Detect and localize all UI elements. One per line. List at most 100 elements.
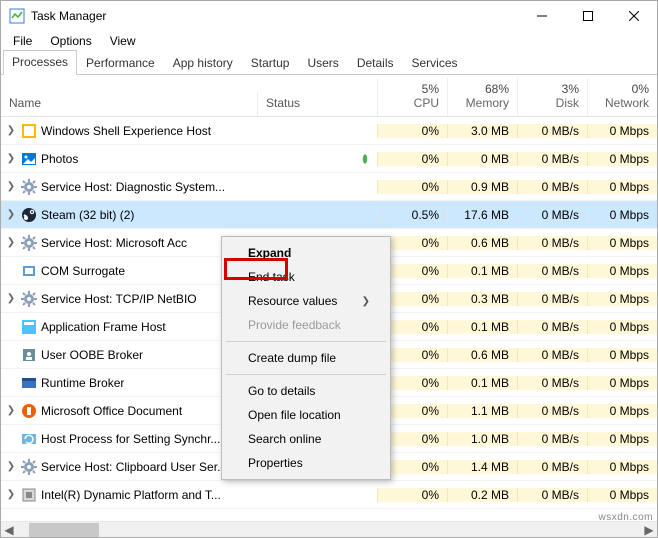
tab-users[interactable]: Users [298,51,347,75]
process-row[interactable]: ❯ Windows Shell Experience Host 0% 3.0 M… [1,117,657,145]
menu-item-properties[interactable]: Properties [224,451,388,475]
tab-startup[interactable]: Startup [242,51,299,75]
memory-cell: 1.1 MB [447,404,517,418]
expand-icon[interactable] [5,349,17,361]
disk-cell: 0 MB/s [517,292,587,306]
process-name: COM Surrogate [41,264,125,278]
expand-icon[interactable]: ❯ [5,181,17,193]
minimize-button[interactable] [519,1,565,31]
network-cell: 0 Mbps [587,348,657,362]
menu-item-end-task[interactable]: End task [224,265,388,289]
disk-cell: 0 MB/s [517,404,587,418]
expand-icon[interactable]: ❯ [5,153,17,165]
memory-cell: 1.4 MB [447,460,517,474]
process-name: Windows Shell Experience Host [41,124,211,138]
context-menu: ExpandEnd task Resource values ❯ Provide fe… [221,236,391,480]
disk-cell: 0 MB/s [517,180,587,194]
menu-options[interactable]: Options [42,32,99,50]
window-title: Task Manager [31,9,106,23]
expand-icon[interactable]: ❯ [5,293,17,305]
maximize-button[interactable] [565,1,611,31]
expand-icon[interactable]: ❯ [5,209,17,221]
process-row[interactable]: ❯ Intel(R) Dynamic Platform and T... 0% … [1,481,657,509]
process-icon [21,347,37,363]
menu-item-label: Go to details [248,384,315,398]
menu-item-create-dump-file[interactable]: Create dump file [224,346,388,370]
expand-icon[interactable]: ❯ [5,461,17,473]
expand-icon[interactable]: ❯ [5,489,17,501]
memory-cell: 0.6 MB [447,348,517,362]
process-icon [21,487,37,503]
menu-view[interactable]: View [102,32,144,50]
horizontal-scrollbar[interactable]: ◀ ▶ [1,521,657,537]
disk-cell: 0 MB/s [517,460,587,474]
tab-app-history[interactable]: App history [164,51,242,75]
menu-item-expand[interactable]: Expand [224,241,388,265]
disk-cell: 0 MB/s [517,152,587,166]
process-row[interactable]: ❯ Steam (32 bit) (2) 0.5% 17.6 MB 0 MB/s… [1,201,657,229]
expand-icon[interactable] [5,321,17,333]
expand-icon[interactable]: ❯ [5,125,17,137]
memory-cell: 0.1 MB [447,264,517,278]
cpu-cell: 0% [377,488,447,502]
col-memory[interactable]: 68% Memory [447,78,517,116]
menu-item-label: Create dump file [248,351,336,365]
network-cell: 0 Mbps [587,460,657,474]
expand-icon[interactable]: ❯ [5,405,17,417]
submenu-arrow-icon: ❯ [362,296,370,307]
expand-icon[interactable] [5,433,17,445]
process-icon [21,151,37,167]
menu-item-label: Resource values [248,294,337,308]
expand-icon[interactable] [5,265,17,277]
menu-item-open-file-location[interactable]: Open file location [224,403,388,427]
menu-item-go-to-details[interactable]: Go to details [224,379,388,403]
disk-cell: 0 MB/s [517,236,587,250]
network-cell: 0 Mbps [587,236,657,250]
process-row[interactable]: ❯ Photos 0% 0 MB 0 MB/s 0 Mbps [1,145,657,173]
tab-processes[interactable]: Processes [3,50,77,75]
col-cpu[interactable]: 5% CPU [377,78,447,116]
network-cell: 0 Mbps [587,432,657,446]
col-disk[interactable]: 3% Disk [517,78,587,116]
titlebar[interactable]: Task Manager [1,1,657,31]
network-cell: 0 Mbps [587,180,657,194]
memory-cell: 0.2 MB [447,488,517,502]
tab-performance[interactable]: Performance [77,51,164,75]
tab-details[interactable]: Details [348,51,403,75]
menu-item-label: Search online [248,432,321,446]
process-row[interactable]: ❯ Service Host: Diagnostic System... 0% … [1,173,657,201]
column-headers: Name Status 5% CPU 68% Memory 3% Disk 0%… [1,75,657,117]
tab-services[interactable]: Services [403,51,467,75]
menu-item-resource-values[interactable]: Resource values ❯ [224,289,388,313]
scroll-left-icon[interactable]: ◀ [1,523,17,537]
expand-icon[interactable]: ❯ [5,237,17,249]
network-cell: 0 Mbps [587,124,657,138]
menu-item-label: Open file location [248,408,341,422]
memory-cell: 17.6 MB [447,208,517,222]
memory-cell: 0.1 MB [447,376,517,390]
col-name[interactable]: Name [1,92,257,116]
col-network[interactable]: 0% Network [587,78,657,116]
cpu-cell: 0% [377,152,447,166]
process-name: User OOBE Broker [41,348,143,362]
scroll-right-icon[interactable]: ▶ [641,523,657,537]
expand-icon[interactable] [5,377,17,389]
process-name: Runtime Broker [41,376,124,390]
menu-item-search-online[interactable]: Search online [224,427,388,451]
process-status [257,153,377,165]
process-icon [21,263,37,279]
process-name: Steam (32 bit) (2) [41,208,134,222]
network-cell: 0 Mbps [587,320,657,334]
disk-cell: 0 MB/s [517,376,587,390]
close-button[interactable] [611,1,657,31]
col-status[interactable]: Status [257,92,377,116]
network-cell: 0 Mbps [587,292,657,306]
disk-cell: 0 MB/s [517,320,587,334]
menu-item-label: Provide feedback [248,318,341,332]
network-cell: 0 Mbps [587,488,657,502]
menu-file[interactable]: File [5,32,40,50]
menu-separator [226,374,386,375]
menu-separator [226,341,386,342]
disk-cell: 0 MB/s [517,264,587,278]
scroll-thumb[interactable] [29,523,99,537]
